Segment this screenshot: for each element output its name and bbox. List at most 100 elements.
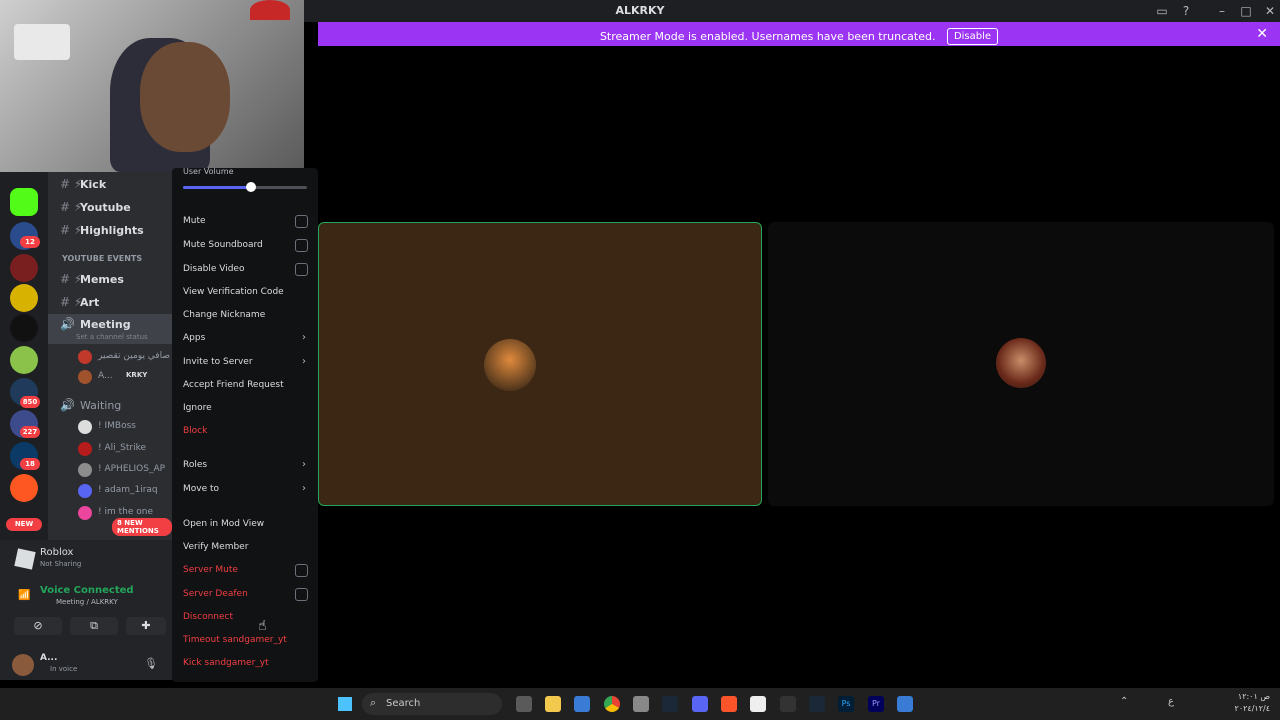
menu-open-in-mod-view[interactable]: Open in Mod View <box>183 516 308 534</box>
user-name[interactable]: A... <box>40 653 57 663</box>
brave-icon[interactable] <box>721 696 737 712</box>
voice-member[interactable]: ! adam_1iraq <box>78 482 172 500</box>
discord-icon[interactable] <box>692 696 708 712</box>
server-icon[interactable] <box>10 474 38 502</box>
menu-mute-soundboard[interactable]: Mute Soundboard <box>183 237 308 255</box>
text-channel-icon: # ⚡ <box>60 200 83 214</box>
screen-share-button[interactable]: ⧉ <box>70 617 118 635</box>
menu-server-mute[interactable]: Server Mute <box>183 562 308 580</box>
discord-app: ALKRKY ▭ ? – □ ✕ Streamer Mode is enable… <box>0 0 1280 720</box>
tray-chevron-icon[interactable]: ⌃ <box>1120 696 1128 707</box>
voice-member[interactable]: ! Ali_Strike <box>78 440 172 458</box>
user-avatar[interactable] <box>12 654 34 676</box>
signal-icon[interactable]: 📶 <box>18 590 30 601</box>
category-youtube-events[interactable]: YOUTUBE EVENTS <box>62 254 142 263</box>
menu-change-nickname[interactable]: Change Nickname <box>183 307 308 325</box>
volume-handle[interactable] <box>246 182 257 192</box>
checkbox[interactable] <box>295 263 308 276</box>
search-label: Search <box>386 698 421 709</box>
menu-ignore[interactable]: Ignore <box>183 400 308 418</box>
camera-off-button[interactable]: ⊘ <box>14 617 62 635</box>
participant-avatar <box>996 338 1046 388</box>
checkbox[interactable] <box>295 215 308 228</box>
avatar <box>78 442 92 456</box>
new-mentions-badge[interactable]: 8 NEW MENTIONS <box>112 518 172 536</box>
windows-start-icon[interactable] <box>338 697 352 711</box>
menu-kick-user[interactable]: Kick sandgamer_yt <box>183 655 308 673</box>
clock-time[interactable]: ص ١٢:٠١ <box>1226 692 1270 701</box>
channel-status[interactable]: Set a channel status <box>76 333 148 341</box>
disable-streamer-mode-button[interactable]: Disable <box>946 28 999 45</box>
app-icon[interactable] <box>633 696 649 712</box>
minimize-icon[interactable]: – <box>1214 3 1230 19</box>
user-volume-slider[interactable] <box>183 182 307 192</box>
menu-accept-friend-request[interactable]: Accept Friend Request <box>183 377 308 395</box>
channel-label: Memes <box>80 273 124 286</box>
server-icon[interactable] <box>10 346 38 374</box>
server-icon-kick[interactable] <box>10 188 38 216</box>
close-window-icon[interactable]: ✕ <box>1262 3 1278 19</box>
menu-roles[interactable]: Roles › <box>183 457 308 475</box>
voice-connected-label[interactable]: Voice Connected <box>40 585 134 596</box>
text-channel-icon: # ⚡ <box>60 295 83 309</box>
maximize-icon[interactable]: □ <box>1238 3 1254 19</box>
channel-memes[interactable]: # ⚡ Memes <box>48 269 172 289</box>
taskbar-search[interactable]: ⌕ Search <box>362 693 502 715</box>
help-icon[interactable]: ? <box>1178 3 1194 19</box>
video-tile-speaking[interactable] <box>318 222 762 506</box>
chevron-right-icon: › <box>302 356 306 367</box>
checkbox[interactable] <box>295 564 308 577</box>
menu-server-deafen[interactable]: Server Deafen <box>183 586 308 604</box>
channel-kick[interactable]: # ⚡ Kick <box>48 174 172 194</box>
text-channel-icon: # ⚡ <box>60 272 83 286</box>
capcut-icon[interactable] <box>780 696 796 712</box>
channel-highlights[interactable]: # ⚡ Highlights <box>48 220 172 240</box>
microphone-icon[interactable]: 🎙 <box>144 657 158 670</box>
checkbox[interactable] <box>295 588 308 601</box>
menu-view-verification-code[interactable]: View Verification Code <box>183 284 308 302</box>
app-icon[interactable] <box>750 696 766 712</box>
channel-art[interactable]: # ⚡ Art <box>48 292 172 312</box>
menu-disable-video[interactable]: Disable Video <box>183 261 308 279</box>
app-icon[interactable] <box>897 696 913 712</box>
store-icon[interactable] <box>574 696 590 712</box>
server-icon-cloud[interactable] <box>10 314 38 342</box>
menu-block[interactable]: Block <box>183 423 308 441</box>
file-explorer-icon[interactable] <box>545 696 561 712</box>
hand-cursor-icon: ☝ <box>258 618 267 634</box>
voice-channel-path[interactable]: Meeting / ALKRKY <box>56 598 118 606</box>
checkbox[interactable] <box>295 239 308 252</box>
chrome-icon[interactable] <box>604 696 620 712</box>
close-banner-icon[interactable]: ✕ <box>1256 26 1268 42</box>
server-icon[interactable] <box>10 254 38 282</box>
task-view-icon[interactable] <box>516 696 532 712</box>
activities-button[interactable]: ✚ <box>126 617 166 635</box>
menu-verify-member[interactable]: Verify Member <box>183 539 308 557</box>
voice-member[interactable]: A... KRKY <box>78 368 172 386</box>
voice-member[interactable]: ! APHELIOS_AP <box>78 461 172 479</box>
voice-channel-meeting[interactable]: 🔊 Meeting Set a channel status <box>48 314 172 344</box>
voice-member[interactable]: صافي يومين تقصير ! <box>78 348 172 366</box>
chevron-right-icon: › <box>302 459 306 470</box>
new-badge[interactable]: NEW <box>6 518 42 531</box>
chevron-right-icon: › <box>302 483 306 494</box>
photoshop-icon[interactable]: Ps <box>838 696 854 712</box>
menu-mute[interactable]: Mute <box>183 213 308 231</box>
menu-timeout-user[interactable]: Timeout sandgamer_yt <box>183 632 308 650</box>
voice-member[interactable]: ! IMBoss <box>78 418 172 436</box>
menu-invite-to-server[interactable]: Invite to Server › <box>183 354 308 372</box>
language-indicator[interactable]: ع <box>1168 696 1174 707</box>
server-icon[interactable] <box>10 284 38 312</box>
menu-disconnect[interactable]: Disconnect <box>183 609 308 627</box>
video-tile[interactable] <box>768 222 1274 506</box>
steam-icon[interactable] <box>809 696 825 712</box>
channel-youtube[interactable]: # ⚡ Youtube <box>48 197 172 217</box>
steam-icon[interactable] <box>662 696 678 712</box>
menu-move-to[interactable]: Move to › <box>183 481 308 499</box>
clock-date[interactable]: ٢٠٢٤/١٢/٤ <box>1226 704 1270 713</box>
inbox-icon[interactable]: ▭ <box>1154 3 1170 19</box>
menu-apps[interactable]: Apps › <box>183 330 308 348</box>
voice-channel-waiting[interactable]: 🔊 Waiting <box>48 395 172 415</box>
avatar <box>78 506 92 520</box>
premiere-icon[interactable]: Pr <box>868 696 884 712</box>
